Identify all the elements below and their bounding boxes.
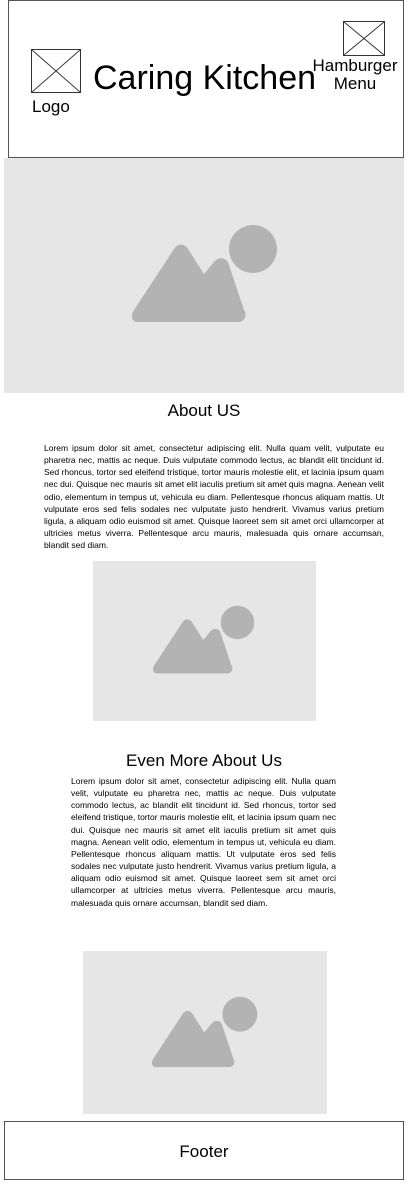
footer-label: Footer xyxy=(179,1142,229,1161)
image-placeholder-icon xyxy=(153,605,255,674)
site-title: Caring Kitchen xyxy=(93,59,317,97)
site-footer: Footer xyxy=(4,1121,404,1180)
about-us-heading: About US xyxy=(167,401,241,420)
hamburger-menu-icon[interactable] xyxy=(343,21,385,56)
about-us-text: Lorem ipsum dolor sit amet, consectetur … xyxy=(44,443,384,551)
site-header: Logo Caring Kitchen Hamburger Menu xyxy=(8,0,404,158)
even-more-text: Lorem ipsum dolor sit amet, consectetur … xyxy=(71,776,336,908)
even-more-image xyxy=(83,951,327,1114)
hamburger-menu-label-line2: Menu xyxy=(333,74,377,93)
hamburger-menu-label-line1: Hamburger xyxy=(312,56,398,75)
image-placeholder-icon xyxy=(132,225,277,322)
about-us-image xyxy=(93,561,316,721)
even-more-heading: Even More About Us xyxy=(126,751,282,770)
logo-label: Logo xyxy=(32,97,70,116)
hamburger-menu-label[interactable]: Hamburger Menu xyxy=(305,57,405,93)
image-placeholder-icon xyxy=(152,996,258,1068)
logo-placeholder-icon[interactable] xyxy=(31,49,81,93)
hero-image xyxy=(4,158,404,393)
